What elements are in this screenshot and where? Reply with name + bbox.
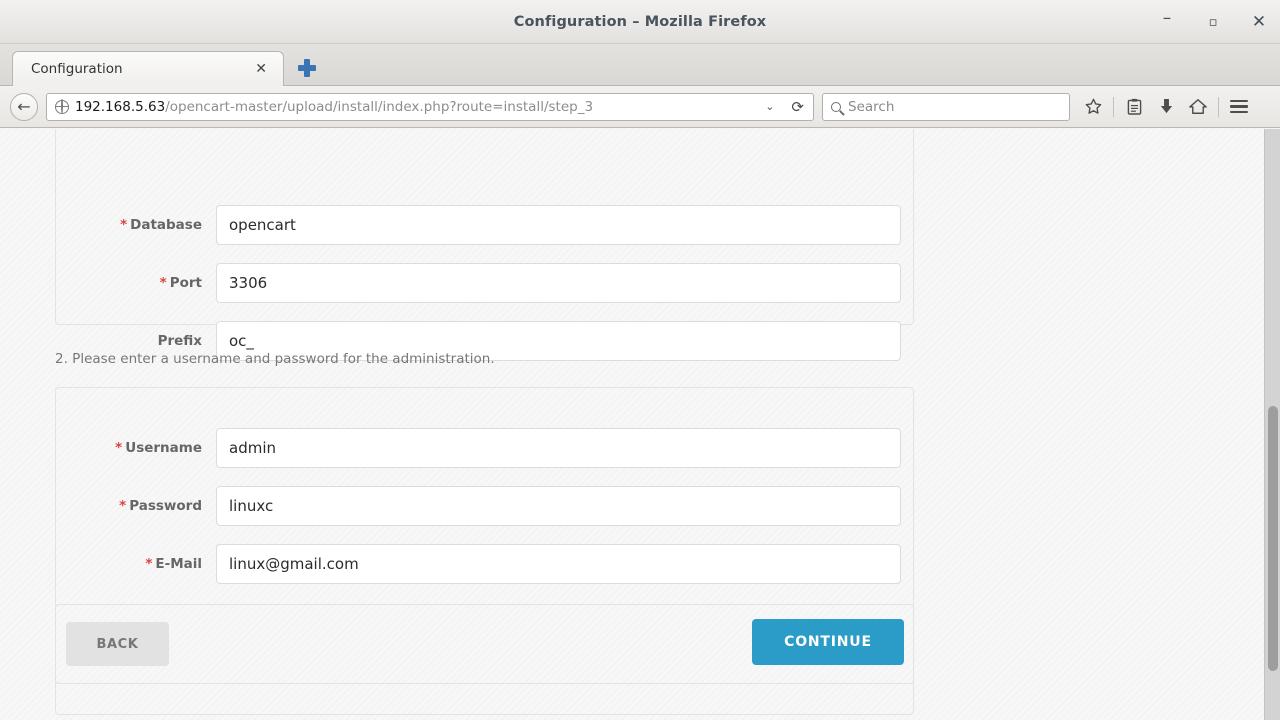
reader-icon[interactable]: [1119, 92, 1149, 122]
label-email: * E-Mail: [145, 556, 202, 572]
url-bar[interactable]: 192.168.5.63/opencart-master/upload/inst…: [46, 92, 814, 121]
back-icon[interactable]: ←: [10, 92, 38, 121]
email-input[interactable]: [216, 544, 901, 584]
admin-section-note: 2. Please enter a username and password …: [55, 351, 495, 367]
search-placeholder: Search: [848, 98, 895, 115]
download-icon[interactable]: [1151, 92, 1181, 122]
home-icon[interactable]: [1183, 92, 1213, 122]
toolbar-divider: [1113, 96, 1114, 117]
field-row-email: * E-Mail: [56, 535, 915, 593]
reload-icon[interactable]: ⟳: [786, 98, 809, 116]
required-marker: *: [159, 275, 167, 291]
tab-bar: Configuration ✕: [0, 44, 1280, 86]
install-configuration-form: *Database *Port Prefix 2. Please enter a…: [0, 129, 1280, 720]
label-port: * Port: [159, 275, 202, 291]
required-marker: *: [120, 217, 128, 233]
username-input[interactable]: [216, 428, 901, 468]
label-password: * Password: [119, 498, 202, 514]
page-scrollbar[interactable]: [1264, 129, 1280, 720]
url-text: 192.168.5.63/opencart-master/upload/inst…: [75, 99, 753, 115]
page-viewport: *Database *Port Prefix 2. Please enter a…: [0, 129, 1280, 720]
required-marker: *: [115, 440, 123, 456]
globe-icon: [54, 99, 69, 114]
maximize-icon[interactable]: ▫: [1202, 11, 1224, 33]
chevron-down-icon[interactable]: ⌄: [759, 100, 780, 113]
window-title: Configuration – Mozilla Firefox: [513, 13, 767, 30]
back-button[interactable]: BACK: [66, 622, 169, 666]
label-username: * Username: [115, 440, 202, 456]
toolbar-icons: [1078, 92, 1254, 122]
star-icon[interactable]: [1078, 92, 1108, 122]
field-row-database: * Database: [56, 196, 915, 254]
search-input[interactable]: Search: [822, 92, 1070, 121]
continue-button[interactable]: CONTINUE: [752, 619, 904, 665]
toolbar-divider-2: [1218, 96, 1219, 117]
search-icon: [831, 101, 841, 112]
field-row-username: * Username: [56, 419, 915, 477]
field-row-password: * Password: [56, 477, 915, 535]
field-row-port: * Port: [56, 254, 915, 312]
label-database: * Database: [120, 217, 202, 233]
navigation-toolbar: ← 192.168.5.63/opencart-master/upload/in…: [0, 86, 1280, 128]
label-prefix: Prefix: [157, 333, 202, 349]
close-icon[interactable]: ✕: [1248, 11, 1270, 33]
scrollbar-thumb[interactable]: [1268, 406, 1278, 671]
required-marker: *: [119, 498, 127, 514]
tab-close-icon[interactable]: ✕: [251, 62, 271, 76]
tab-label: Configuration: [31, 61, 123, 77]
browser-tab-configuration[interactable]: Configuration ✕: [12, 51, 284, 86]
minimize-icon[interactable]: –: [1156, 9, 1178, 33]
password-input[interactable]: [216, 486, 901, 526]
window-titlebar: Configuration – Mozilla Firefox – ▫ ✕: [0, 0, 1280, 44]
url-path: /opencart-master/upload/install/index.ph…: [165, 98, 594, 115]
required-marker: *: [145, 556, 153, 572]
url-host: 192.168.5.63: [75, 98, 166, 115]
menu-icon[interactable]: [1224, 92, 1254, 122]
window-controls: – ▫ ✕: [1156, 0, 1270, 44]
database-settings-panel: *Database *Port Prefix: [55, 129, 915, 361]
new-tab-icon[interactable]: [296, 57, 318, 79]
port-input[interactable]: [216, 263, 901, 303]
database-input[interactable]: [216, 205, 901, 245]
